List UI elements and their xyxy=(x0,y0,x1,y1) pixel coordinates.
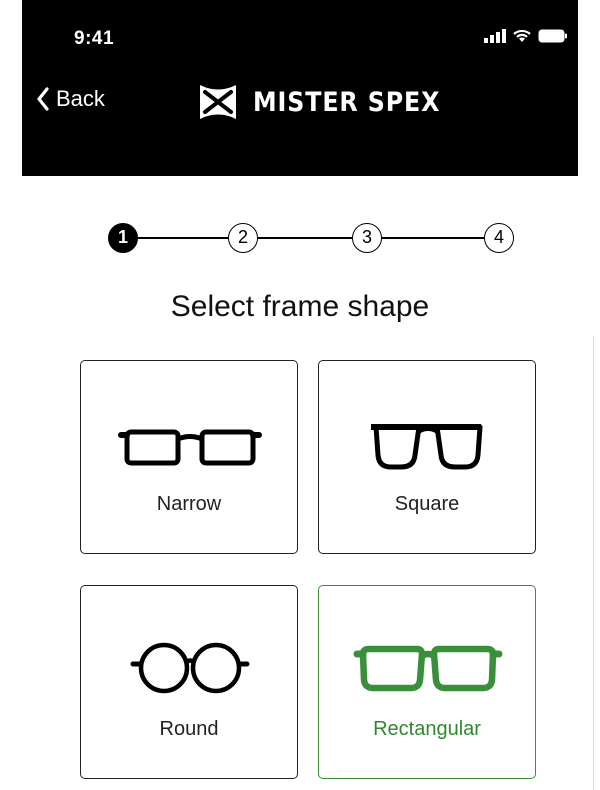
shape-tile-rectangular[interactable]: Rectangular xyxy=(318,585,536,779)
shape-label: Narrow xyxy=(156,493,222,515)
status-time: 9:41 xyxy=(74,28,115,49)
chevron-left-icon xyxy=(37,87,49,111)
shape-tile-round[interactable]: Round xyxy=(80,585,298,779)
mister-spex-logo-icon xyxy=(200,85,236,119)
shape-label: Round xyxy=(159,718,219,740)
battery-icon xyxy=(538,29,567,42)
step-connector xyxy=(382,237,484,239)
cellular-signal-icon xyxy=(484,28,506,43)
round-glasses-icon xyxy=(130,642,250,694)
wifi-icon xyxy=(513,29,531,42)
back-label: Back xyxy=(56,86,105,111)
brand-name: MISTER SPEX xyxy=(253,86,441,118)
step-1: 1 xyxy=(108,223,138,253)
app-header: 9:41 Back MISTER SPEX xyxy=(22,0,578,176)
step-connector xyxy=(258,237,352,239)
shape-tile-square[interactable]: Square xyxy=(318,360,536,554)
back-button[interactable]: Back xyxy=(36,86,105,112)
status-icons xyxy=(484,28,568,43)
step-4: 4 xyxy=(484,223,514,253)
step-3: 3 xyxy=(352,223,382,253)
shape-label: Rectangular xyxy=(373,718,481,740)
narrow-glasses-icon xyxy=(118,429,262,466)
scroll-edge-divider xyxy=(593,336,594,790)
shape-tile-narrow[interactable]: Narrow xyxy=(80,360,298,554)
shape-label: Square xyxy=(394,493,460,515)
brand-logo: MISTER SPEX xyxy=(197,82,466,122)
square-glasses-icon xyxy=(371,424,483,470)
progress-stepper: 1 2 3 4 xyxy=(108,221,514,255)
step-connector xyxy=(138,237,228,239)
rectangular-glasses-icon xyxy=(353,645,503,692)
step-2: 2 xyxy=(228,223,258,253)
page-title: Select frame shape xyxy=(170,290,430,323)
